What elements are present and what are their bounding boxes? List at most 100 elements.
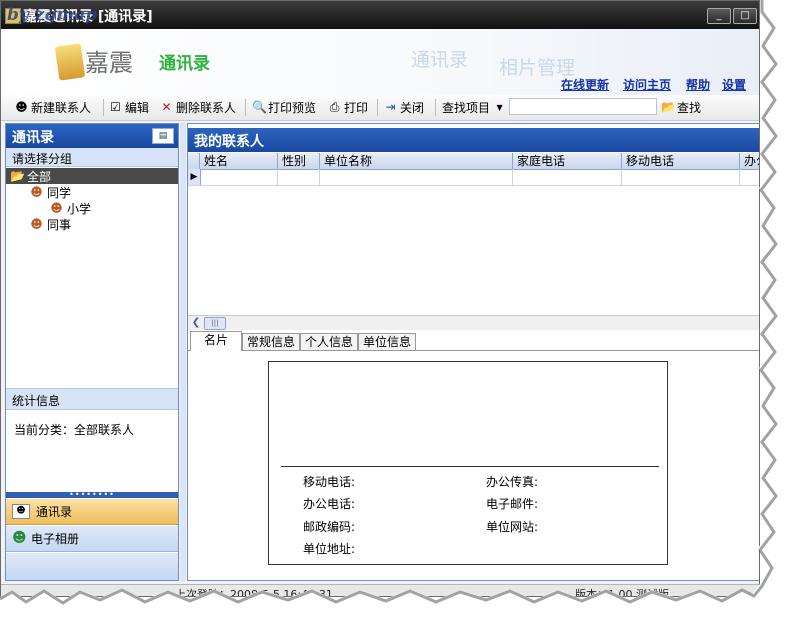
grid-header: 姓名 性别 单位名称 家庭电话 移动电话 办公电话 <box>188 153 759 170</box>
table-cell[interactable] <box>278 169 320 185</box>
card-email-label: 电子邮件: <box>486 497 539 511</box>
table-cell[interactable] <box>622 169 740 185</box>
card-address-label: 单位地址: <box>303 542 356 556</box>
group-prompt-label: 请选择分组 <box>12 152 73 166</box>
stats-title: 统计信息 <box>12 394 61 408</box>
tab-personal-info[interactable]: 个人信息 <box>300 333 358 350</box>
title-bar: 嘉震通讯录 [通讯录] by zgmap _ □ <box>1 1 759 29</box>
tab-general-info[interactable]: 常规信息 <box>242 333 300 350</box>
new-contact-label: 新建联系人 <box>31 101 92 115</box>
toolbar-divider <box>103 99 104 116</box>
banner: 嘉震 通讯录 通讯录 相片管理 在线更新 访问主页 帮助 设置 <box>1 29 759 95</box>
find-item-dropdown[interactable]: 查找项目 ▼ <box>442 99 506 116</box>
tree-item-colleagues[interactable]: ☻ 同事 <box>6 216 178 232</box>
card-postcode-label: 邮政编码: <box>303 520 356 534</box>
app-window: 嘉震通讯录 [通讯录] by zgmap _ □ 嘉震 通讯录 通讯录 相片管理… <box>0 0 760 597</box>
folder-search-icon: 📂 <box>661 100 676 114</box>
toolbar-divider <box>245 99 246 116</box>
column-header-gender[interactable]: 性别 <box>278 153 320 169</box>
people-icon: ☻ <box>12 530 27 546</box>
status-bar: 上次登陆：2008-5-5 16:40:31 版本：1.00 测试版 <box>1 584 759 597</box>
toolbar-divider <box>377 99 378 116</box>
table-cell[interactable] <box>320 169 513 185</box>
tab-company-info[interactable]: 单位信息 <box>358 333 416 350</box>
link-help[interactable]: 帮助 <box>686 76 710 93</box>
panel-resize-grip[interactable]: •••••••• <box>6 491 178 499</box>
tree-item-primary-school[interactable]: ☻ 小学 <box>6 200 178 216</box>
status-last-login: 上次登陆：2008-5-5 16:40:31 <box>175 588 333 597</box>
print-preview-label: 打印预览 <box>268 101 317 115</box>
tab-card[interactable]: 名片 <box>190 331 242 351</box>
scroll-left-icon[interactable]: ❮ <box>190 317 202 329</box>
close-label: 关闭 <box>400 101 425 115</box>
status-version: 版本：1.00 测试版 <box>575 588 669 597</box>
link-settings[interactable]: 设置 <box>722 76 746 93</box>
new-contact-button[interactable]: ☻ 新建联系人 <box>15 99 91 116</box>
delete-contact-button[interactable]: ✕ 删除联系人 <box>160 99 236 116</box>
nav-photo-album[interactable]: ☻ 电子相册 <box>6 526 178 552</box>
person-icon: ☻ <box>50 200 63 215</box>
vertical-splitter[interactable] <box>180 123 186 581</box>
dropdown-arrow-icon: ▼ <box>496 103 503 112</box>
delete-contact-label: 删除联系人 <box>176 101 237 115</box>
tree-item-label: 同事 <box>47 217 72 232</box>
horizontal-scrollbar[interactable]: ❮ ||| <box>188 315 759 330</box>
table-cell[interactable] <box>513 169 622 185</box>
folder-open-icon: 📂 <box>10 168 25 183</box>
group-prompt: 请选择分组 <box>6 148 178 167</box>
table-cell[interactable] <box>740 169 759 185</box>
tree-item-label: 全部 <box>27 169 52 184</box>
group-tree: 📂 全部 ☻ 同学 ☻ 小学 ☻ 同事 <box>6 168 178 232</box>
link-online-update[interactable]: 在线更新 <box>561 76 609 93</box>
contacts-title: 我的联系人 <box>194 134 264 150</box>
table-row[interactable]: ▶ <box>188 169 759 186</box>
minimize-button[interactable]: _ <box>707 8 731 24</box>
scroll-thumb[interactable]: ||| <box>204 317 226 330</box>
table-cell[interactable] <box>200 169 278 185</box>
contact-card-icon: ☻ <box>12 504 30 519</box>
column-header-office-phone[interactable]: 办公电话 <box>740 153 759 169</box>
logo-icon <box>54 43 86 81</box>
watermark-text: by zgmap <box>7 5 98 25</box>
toolbar-divider <box>435 99 436 116</box>
column-header-name[interactable]: 姓名 <box>200 153 278 169</box>
search-input[interactable] <box>509 98 657 115</box>
person-icon: ☻ <box>30 184 43 199</box>
print-button[interactable]: ⎙ 打印 <box>328 99 368 116</box>
tree-item-classmates[interactable]: ☻ 同学 <box>6 184 178 200</box>
contact-card-icon[interactable]: ▤ <box>152 128 174 144</box>
close-button[interactable]: ⇥ 关闭 <box>384 99 424 116</box>
nav-contacts[interactable]: ☻ 通讯录 <box>6 499 178 525</box>
edit-icon: ☑ <box>110 100 121 114</box>
link-homepage[interactable]: 访问主页 <box>623 76 671 93</box>
row-header-corner <box>188 153 200 169</box>
nav-label: 电子相册 <box>31 532 80 546</box>
tree-item-label: 同学 <box>47 185 72 200</box>
stats-current-category: 当前分类：全部联系人 <box>14 423 135 437</box>
column-header-company[interactable]: 单位名称 <box>320 153 513 169</box>
banner-tab-contacts[interactable]: 通讯录 <box>411 45 468 72</box>
card-mobile-label: 移动电话: <box>303 475 356 489</box>
person-add-icon: ☻ <box>15 100 28 114</box>
tree-item-all[interactable]: 📂 全部 <box>6 168 178 184</box>
delete-icon: ✕ <box>161 100 172 114</box>
stats-header: 统计信息 <box>6 388 178 410</box>
business-card: 移动电话: 办公传真: 办公电话: 电子邮件: 邮政编码: 单位网站: 单位地址… <box>268 361 668 565</box>
column-header-mobile-phone[interactable]: 移动电话 <box>622 153 740 169</box>
person-icon: ☻ <box>30 216 43 231</box>
nav-label: 通讯录 <box>36 505 73 519</box>
card-divider <box>281 466 659 467</box>
edit-button[interactable]: ☑ 编辑 <box>109 99 149 116</box>
maximize-button[interactable]: □ <box>733 8 757 24</box>
printer-icon: ⎙ <box>329 100 340 114</box>
print-preview-button[interactable]: 🔍 打印预览 <box>252 99 316 116</box>
sidebar-title: 通讯录 <box>12 130 54 146</box>
sidebar: 通讯录 ▤ 请选择分组 📂 全部 ☻ 同学 ☻ 小学 ☻ 同事 统计信息 当前分… <box>5 123 179 581</box>
sidebar-header: 通讯录 ▤ <box>6 124 178 148</box>
search-button[interactable]: 📂 查找 <box>661 99 701 116</box>
contacts-panel: 我的联系人 姓名 性别 单位名称 家庭电话 移动电话 办公电话 ▶ ❮ ||| … <box>187 123 759 581</box>
toolbar: ☻ 新建联系人 ☑ 编辑 ✕ 删除联系人 🔍 打印预览 ⎙ 打印 ⇥ 关闭 查找… <box>1 95 759 121</box>
print-label: 打印 <box>344 101 369 115</box>
tree-item-label: 小学 <box>67 201 92 216</box>
column-header-home-phone[interactable]: 家庭电话 <box>513 153 622 169</box>
